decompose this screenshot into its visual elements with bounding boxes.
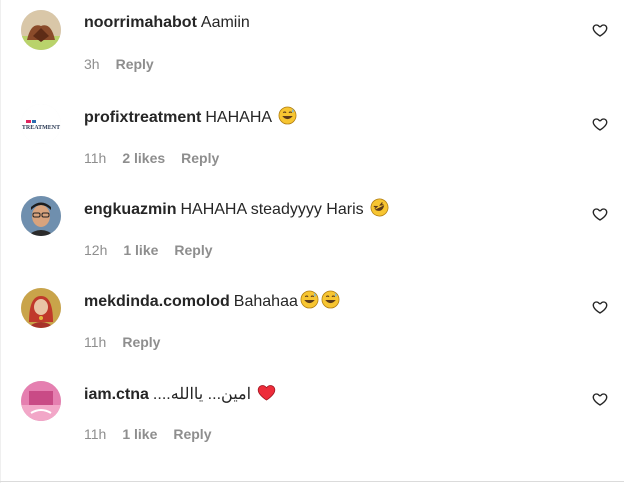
comment-time: 11h — [84, 150, 107, 166]
comment-line: noorrimahabot Aamiin — [84, 13, 250, 33]
comment-text: HAHAHA — [205, 109, 272, 126]
like-heart-icon[interactable] — [592, 391, 608, 407]
comment-item: mekdinda.comolod Bahahaa 11h Reply — [0, 276, 624, 368]
brand-logo-text: TREATMENT — [22, 125, 60, 131]
likes-count[interactable]: 1 like — [123, 242, 158, 258]
comment-time: 11h — [84, 426, 107, 442]
comment-text: Aamiin — [200, 14, 250, 31]
comment-item: noorrimahabot Aamiin 3h Reply — [0, 0, 624, 92]
comment-text: Bahahaa — [233, 293, 298, 310]
brand-logo-avatar[interactable]: TREATMENT — [21, 104, 61, 144]
comment-username[interactable]: profixtreatment — [84, 109, 201, 126]
likes-count[interactable]: 1 like — [122, 426, 157, 442]
comment-username[interactable]: engkuazmin — [84, 201, 176, 218]
comment-line: engkuazmin HAHAHA steadyyyy Haris — [84, 198, 389, 220]
comment-line: mekdinda.comolod Bahahaa — [84, 290, 340, 312]
comment-line: iam.ctna امين... ياالله.... — [84, 383, 276, 405]
user-avatar[interactable] — [21, 10, 61, 50]
rolling-laughing-emoji — [370, 198, 389, 217]
comment-time: 12h — [84, 242, 108, 258]
grinning-sweat-emoji — [300, 290, 319, 309]
like-heart-icon[interactable] — [592, 116, 608, 132]
reply-button[interactable]: Reply — [116, 56, 154, 72]
comment-meta: 12h 1 like Reply — [84, 241, 229, 259]
comment-meta: 11h 1 like Reply — [84, 425, 227, 443]
comment-text: امين... ياالله.... — [152, 386, 252, 403]
likes-count[interactable]: 2 likes — [122, 150, 165, 166]
reply-button[interactable]: Reply — [173, 426, 211, 442]
bottom-divider — [0, 481, 624, 482]
grinning-sweat-emoji — [321, 290, 340, 309]
comment-meta: 11h 2 likes Reply — [84, 149, 235, 167]
like-heart-icon[interactable] — [592, 22, 608, 38]
like-heart-icon[interactable] — [592, 299, 608, 315]
comment-item: iam.ctna امين... ياالله.... 11h 1 like Repl… — [0, 368, 624, 460]
comment-username[interactable]: iam.ctna — [84, 386, 149, 403]
user-avatar[interactable] — [21, 381, 61, 421]
grinning-sweat-emoji — [278, 106, 297, 125]
comment-item: TREATMENT profixtreatment HAHAHA 11h 2 lik… — [0, 92, 624, 184]
comment-item: engkuazmin HAHAHA steadyyyy Haris 12h 1 li… — [0, 184, 624, 276]
like-heart-icon[interactable] — [592, 206, 608, 222]
reply-button[interactable]: Reply — [181, 150, 219, 166]
comment-text: HAHAHA steadyyyy Haris — [180, 201, 364, 218]
user-avatar[interactable] — [21, 288, 61, 328]
reply-button[interactable]: Reply — [174, 242, 212, 258]
comment-time: 11h — [84, 334, 107, 350]
reply-button[interactable]: Reply — [122, 334, 160, 350]
red-heart-emoji — [258, 385, 276, 401]
comment-meta: 11h Reply — [84, 333, 176, 351]
user-avatar[interactable] — [21, 196, 61, 236]
comment-username[interactable]: noorrimahabot — [84, 14, 197, 31]
comment-meta: 3h Reply — [84, 55, 170, 73]
comment-username[interactable]: mekdinda.comolod — [84, 293, 230, 310]
comment-line: profixtreatment HAHAHA — [84, 106, 297, 128]
comment-time: 3h — [84, 56, 100, 72]
